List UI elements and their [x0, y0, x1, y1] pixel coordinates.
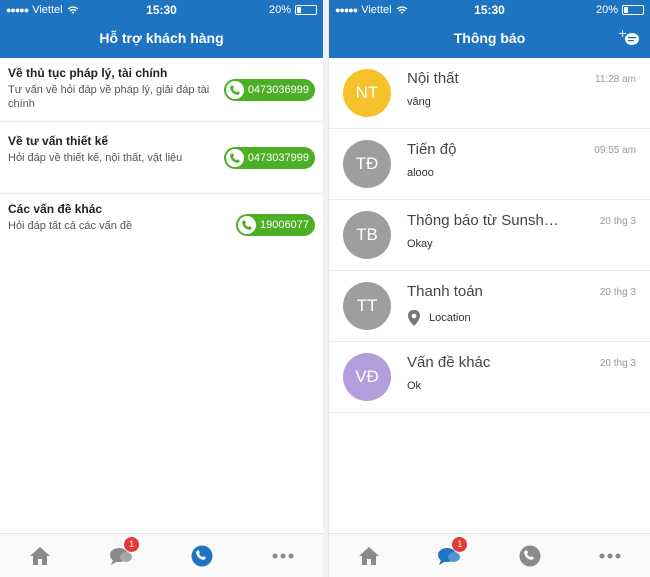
phone-number: 0473036999 [247, 83, 309, 96]
phone-icon [238, 216, 257, 234]
tab-home[interactable] [349, 541, 389, 571]
avatar: NT [343, 69, 391, 117]
call-button[interactable]: 0473036999 [223, 78, 315, 101]
support-item: Về tư vấn thiết kế Hỏi đáp về thiết kế, … [0, 122, 323, 194]
home-icon [359, 546, 380, 565]
phone-circle-icon [191, 545, 213, 566]
timestamp: 20 thg 3 [599, 287, 636, 298]
status-bar: ●●●●● Viettel 15:30 20% [0, 0, 323, 20]
notification-badge: 1 [452, 536, 468, 552]
battery-icon [622, 5, 644, 15]
message-text: Location [429, 312, 471, 324]
conversation-name: Vấn đề khác [407, 354, 491, 371]
tab-home[interactable] [20, 541, 60, 571]
page-title: Hỗ trợ khách hàng [99, 30, 224, 46]
conversation-name: Thông báo từ Sunsh… [407, 212, 559, 229]
page-title: Thông báo [453, 30, 526, 46]
notification-item[interactable]: NT Nội thất 11:28 am vâng [329, 58, 650, 129]
home-icon [30, 546, 51, 565]
conversation-name: Thanh toán [407, 283, 483, 300]
tab-bar: 1 [329, 533, 650, 577]
more-icon [599, 553, 621, 558]
tab-notifications[interactable]: 1 [429, 536, 469, 571]
support-item: Về thủ tục pháp lý, tài chính Tư vấn về … [0, 58, 323, 122]
more-icon [272, 553, 294, 558]
support-item: Các vấn đề khác Hỏi đáp tất cả các vấn đ… [0, 194, 323, 256]
notification-list: NT Nội thất 11:28 am vâng TĐ Tiến độ 09:… [329, 58, 650, 413]
avatar: TĐ [343, 140, 391, 188]
call-button[interactable]: 0473037999 [223, 146, 315, 169]
last-message: vâng [407, 96, 431, 108]
last-message: alooo [407, 167, 434, 179]
tab-support[interactable] [510, 541, 550, 571]
location-pin-icon [408, 310, 420, 326]
phone-icon [225, 148, 244, 167]
battery-icon [295, 5, 317, 15]
phone-number: 0473037999 [247, 151, 309, 164]
notification-item[interactable]: TB Thông báo từ Sunsh… 20 thg 3 Okay [329, 200, 650, 271]
tab-bar: 1 [0, 533, 323, 577]
conversation-name: Nội thất [407, 70, 459, 87]
tab-more[interactable] [590, 541, 630, 571]
timestamp: 20 thg 3 [599, 358, 636, 369]
call-button[interactable]: 19006077 [236, 214, 315, 236]
new-message-icon[interactable]: + [618, 28, 640, 48]
last-message: Okay [407, 238, 433, 250]
timestamp: 20 thg 3 [599, 216, 636, 227]
tab-more[interactable] [263, 541, 303, 571]
notification-badge: 1 [124, 536, 140, 552]
message-text: vâng [407, 96, 431, 108]
support-list: Về thủ tục pháp lý, tài chính Tư vấn về … [0, 58, 323, 256]
phone-icon [225, 80, 244, 99]
tab-notifications[interactable]: 1 [101, 536, 141, 571]
notifications-screen: ●●●●● Viettel 15:30 20% Thông báo + NT Nộ… [328, 0, 650, 577]
notification-item[interactable]: VĐ Vấn đề khác 20 thg 3 Ok [329, 342, 650, 413]
header-bar: ●●●●● Viettel 15:30 20% Hỗ trợ khách hàng [0, 0, 323, 58]
last-message: Location [407, 309, 471, 327]
support-desc: Hỏi đáp về thiết kế, nội thất, vật liệu [8, 152, 183, 164]
conversation-name: Tiến độ [407, 141, 457, 158]
message-text: alooo [407, 167, 434, 179]
status-bar: ●●●●● Viettel 15:30 20% [329, 0, 650, 20]
notification-item[interactable]: TT Thanh toán 20 thg 3 Location [329, 271, 650, 342]
timestamp: 09:55 am [594, 145, 636, 156]
phone-number: 19006077 [260, 219, 309, 231]
last-message: Ok [407, 380, 421, 392]
support-desc: Hỏi đáp tất cả các vấn đề [8, 220, 133, 232]
timestamp: 11:28 am [595, 74, 636, 85]
header-bar: ●●●●● Viettel 15:30 20% Thông báo + [329, 0, 650, 58]
tab-support[interactable] [182, 541, 222, 571]
support-desc: Tư vấn về hỏi đáp về pháp lý, giải đáp t… [8, 84, 210, 110]
support-screen: ●●●●● Viettel 15:30 20% Hỗ trợ khách hàng… [0, 0, 323, 577]
avatar: VĐ [343, 353, 391, 401]
avatar: TB [343, 211, 391, 259]
clock: 15:30 [146, 3, 177, 17]
clock: 15:30 [474, 3, 505, 17]
phone-circle-icon [519, 545, 541, 566]
notification-item[interactable]: TĐ Tiến độ 09:55 am alooo [329, 129, 650, 200]
message-text: Okay [407, 238, 433, 250]
message-text: Ok [407, 380, 422, 392]
avatar: TT [343, 282, 391, 330]
